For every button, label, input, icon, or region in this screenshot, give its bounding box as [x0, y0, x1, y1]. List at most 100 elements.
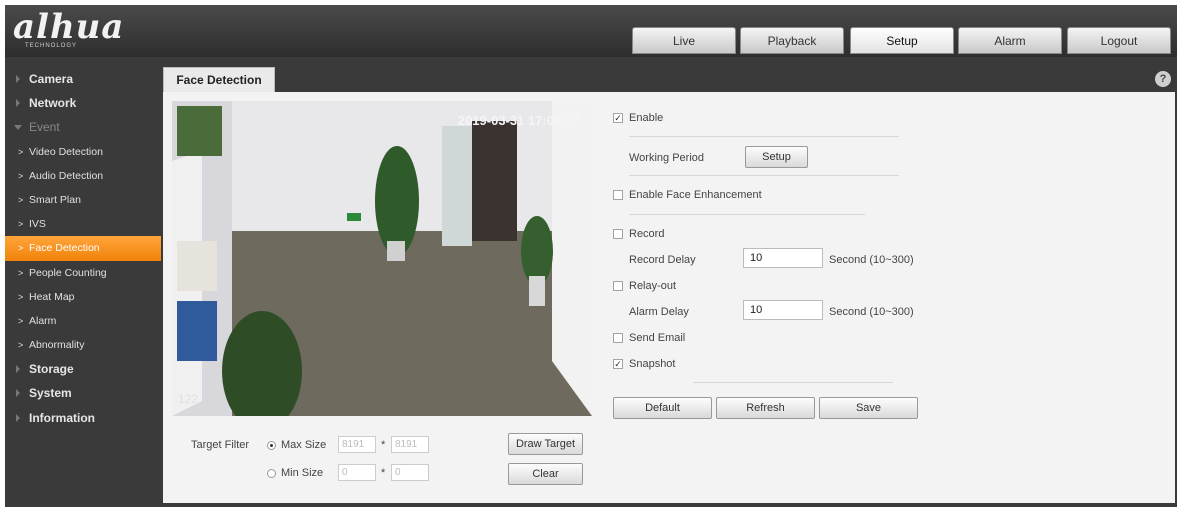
sidebar-item-label: People Counting — [29, 266, 107, 279]
sidebar-item-people-counting[interactable]: > People Counting — [5, 261, 163, 285]
sidebar-item-heat-map[interactable]: > Heat Map — [5, 285, 163, 309]
sidebar-item-label: Information — [29, 410, 95, 425]
tab-alarm[interactable]: Alarm — [958, 27, 1062, 54]
collapsed-arrow-icon — [16, 365, 20, 374]
chevron-right-icon: > — [18, 340, 24, 351]
collapsed-arrow-icon — [16, 389, 20, 398]
header-bar: alhua TECHNOLOGY Live Playback Setup Ala… — [5, 5, 1177, 57]
video-preview[interactable]: 2019-03-31 17:06:07 122 — [172, 101, 592, 416]
min-width-input[interactable]: 0 — [338, 464, 376, 481]
sidebar-item-abnormality[interactable]: > Abnormality — [5, 333, 163, 357]
chevron-right-icon: > — [18, 243, 24, 254]
enable-checkbox[interactable]: ✓ — [613, 113, 623, 123]
sidebar-item-smart-plan[interactable]: > Smart Plan — [5, 188, 163, 212]
sidebar-item-ivs[interactable]: > IVS — [5, 212, 163, 236]
snapshot-checkbox[interactable]: ✓ — [613, 359, 623, 369]
min-size-label: Min Size — [281, 467, 324, 479]
min-height-input[interactable]: 0 — [391, 464, 429, 481]
expanded-arrow-icon — [14, 125, 22, 131]
sidebar-item-label: Heat Map — [29, 290, 75, 303]
tab-live[interactable]: Live — [632, 27, 736, 54]
face-enhancement-label: Enable Face Enhancement — [629, 189, 762, 201]
sidebar-item-system[interactable]: System — [5, 381, 163, 405]
logo-subtitle: TECHNOLOGY — [25, 43, 78, 49]
collapsed-arrow-icon — [16, 413, 20, 422]
tab-setup[interactable]: Setup — [850, 27, 954, 54]
alarm-delay-input[interactable]: 10 — [743, 300, 823, 320]
relay-out-checkbox[interactable] — [613, 281, 623, 291]
alarm-delay-label: Alarm Delay — [629, 306, 689, 318]
sidebar-item-label: Smart Plan — [29, 193, 81, 206]
sidebar-item-label: Event — [29, 120, 60, 135]
chevron-right-icon: > — [18, 219, 24, 230]
record-label: Record — [629, 228, 665, 240]
sidebar-item-label: Audio Detection — [29, 169, 104, 182]
record-delay-input[interactable]: 10 — [743, 248, 823, 268]
sidebar-item-label: Video Detection — [29, 145, 103, 158]
divider — [629, 175, 899, 176]
chevron-right-icon: > — [18, 194, 24, 205]
chevron-right-icon: > — [18, 267, 24, 278]
times-symbol: * — [381, 467, 386, 479]
record-delay-unit: Second (10~300) — [829, 254, 914, 266]
sidebar-item-network[interactable]: Network — [5, 91, 163, 115]
enable-label: Enable — [629, 112, 664, 124]
sidebar-item-label: Abnormality — [29, 339, 85, 352]
sidebar-item-label: Storage — [29, 362, 74, 377]
sidebar-item-storage[interactable]: Storage — [5, 357, 163, 381]
video-timestamp-overlay: 2019-03-31 17:06:07 — [457, 113, 580, 128]
chevron-right-icon: > — [18, 315, 24, 326]
save-button[interactable]: Save — [819, 397, 918, 419]
collapsed-arrow-icon — [16, 99, 20, 108]
sidebar-item-label: IVS — [29, 218, 46, 231]
clear-button[interactable]: Clear — [508, 463, 583, 485]
help-icon[interactable]: ? — [1155, 71, 1171, 87]
sidebar-item-camera[interactable]: Camera — [5, 67, 163, 91]
sidebar-item-face-detection[interactable]: > Face Detection — [5, 236, 161, 261]
video-number-overlay: 122 — [178, 392, 199, 406]
working-period-setup-button[interactable]: Setup — [745, 146, 808, 168]
camera-scene-image — [172, 101, 592, 416]
chevron-right-icon: > — [18, 291, 24, 302]
sidebar-item-label: Camera — [29, 72, 74, 86]
draw-target-button[interactable]: Draw Target — [508, 433, 583, 455]
times-symbol: * — [381, 439, 386, 451]
send-email-checkbox[interactable] — [613, 333, 623, 343]
divider — [693, 382, 893, 383]
settings-panel: 2019-03-31 17:06:07 122 Target Filter Ma… — [163, 92, 1175, 503]
record-checkbox[interactable] — [613, 229, 623, 239]
face-enhancement-checkbox[interactable] — [613, 190, 623, 200]
send-email-label: Send Email — [629, 332, 686, 344]
sidebar-item-label: Face Detection — [29, 242, 100, 255]
chevron-right-icon: > — [18, 170, 24, 181]
page-title: Face Detection — [163, 67, 275, 92]
sidebar-item-event[interactable]: Event — [5, 115, 163, 139]
dahua-logo: alhua — [13, 7, 125, 47]
snapshot-label: Snapshot — [629, 358, 676, 370]
max-width-input[interactable]: 8191 — [338, 436, 376, 453]
main-content: Face Detection ? 2019-03-31 17:06:07 122… — [163, 67, 1175, 503]
record-delay-label: Record Delay — [629, 254, 696, 266]
tab-logout[interactable]: Logout — [1067, 27, 1171, 54]
sidebar-item-information[interactable]: Information — [5, 406, 163, 430]
max-size-radio[interactable] — [267, 441, 276, 450]
sidebar-item-label: Alarm — [29, 314, 57, 327]
max-size-label: Max Size — [281, 439, 327, 451]
divider — [629, 214, 865, 215]
refresh-button[interactable]: Refresh — [716, 397, 815, 419]
collapsed-arrow-icon — [16, 75, 20, 83]
alarm-delay-unit: Second (10~300) — [829, 306, 914, 318]
max-height-input[interactable]: 8191 — [391, 436, 429, 453]
min-size-radio[interactable] — [267, 469, 276, 478]
sidebar-item-audio-detection[interactable]: > Audio Detection — [5, 164, 163, 188]
target-filter-label: Target Filter — [191, 439, 250, 451]
tab-playback[interactable]: Playback — [740, 27, 844, 54]
chevron-right-icon: > — [18, 146, 24, 157]
sidebar-item-alarm[interactable]: > Alarm — [5, 309, 163, 333]
sidebar-item-video-detection[interactable]: > Video Detection — [5, 140, 163, 164]
app-window: alhua TECHNOLOGY Live Playback Setup Ala… — [5, 5, 1177, 507]
default-button[interactable]: Default — [613, 397, 712, 419]
sidebar-item-label: System — [29, 386, 72, 401]
sidebar-menu: Camera Network Event > Video Detection > A… — [5, 67, 163, 430]
relay-out-label: Relay-out — [629, 280, 677, 292]
